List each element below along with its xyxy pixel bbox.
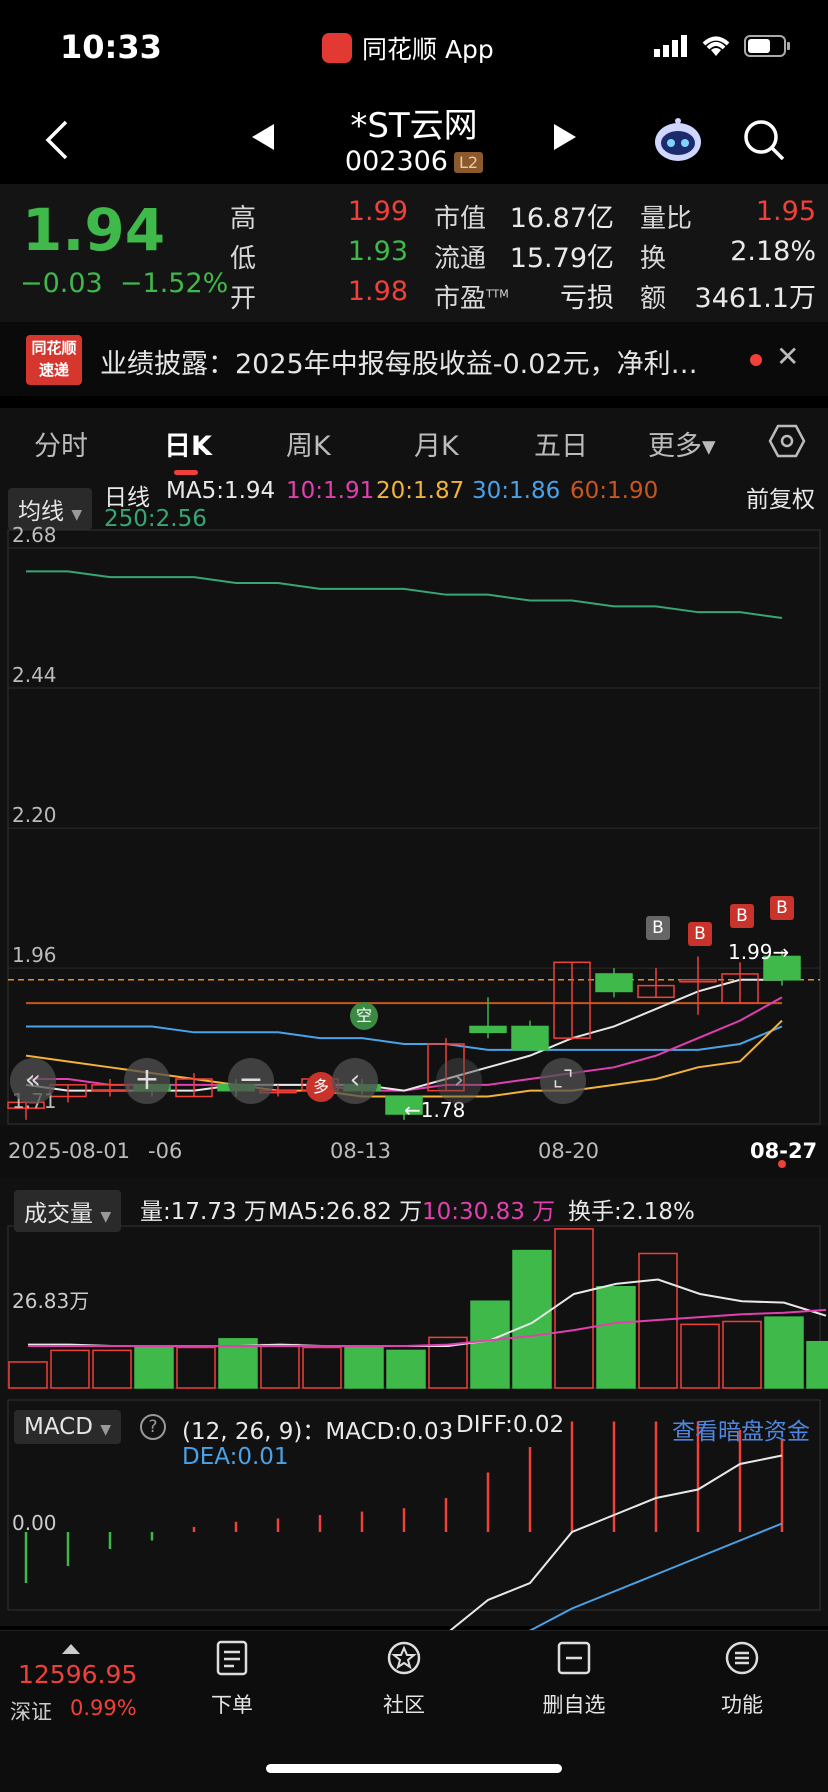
- candle-body: [511, 1025, 549, 1051]
- x-tick-label: 08-20: [538, 1139, 599, 1163]
- b-signal-marker[interactable]: B: [646, 916, 670, 940]
- nav-community-label: 社区: [383, 1693, 425, 1717]
- nav-functions-label: 功能: [721, 1693, 763, 1717]
- volume-ma10: 10:30.83 万: [422, 1199, 556, 1225]
- y-axis-ticks: 2.682.442.201.961.71: [12, 523, 57, 1113]
- macd-diff: DIFF:0.02: [456, 1412, 565, 1438]
- dropdown-arrow-icon: ▼: [100, 1209, 112, 1225]
- volume-bar: [134, 1346, 174, 1389]
- volume-bar: [764, 1316, 804, 1389]
- index-name: 深证: [10, 1700, 52, 1724]
- nav-remove-watchlist-label: 删自选: [542, 1693, 606, 1717]
- volume-bar: [50, 1349, 90, 1389]
- volume-bar: [680, 1323, 720, 1389]
- dropdown-arrow-icon: ▼: [100, 1422, 112, 1438]
- volume-bar: [554, 1228, 594, 1389]
- y-tick-label: 2.20: [12, 803, 57, 827]
- x-tick-label: 08-13: [330, 1139, 391, 1163]
- nav-order-label: 下单: [211, 1693, 253, 1717]
- scroll-left-icon[interactable]: «: [10, 1058, 56, 1104]
- volume-turnover: 换手:2.18%: [568, 1199, 695, 1225]
- nav-functions[interactable]: 功能: [682, 1640, 802, 1719]
- volume-bar: [386, 1349, 426, 1389]
- y-tick-label: 2.68: [12, 523, 57, 547]
- macd-selector[interactable]: MACD ▼: [14, 1410, 122, 1444]
- volume-bar: [470, 1300, 510, 1389]
- kline-frame: [7, 529, 821, 1125]
- order-icon: [216, 1640, 248, 1676]
- index-pct: 0.99%: [70, 1696, 137, 1720]
- short-signal-marker[interactable]: 空: [350, 1002, 378, 1030]
- macd-selector-label: MACD: [24, 1414, 93, 1440]
- zoom-in-icon[interactable]: +: [124, 1058, 170, 1104]
- help-icon[interactable]: ?: [140, 1414, 166, 1440]
- volume-bar: [596, 1286, 636, 1389]
- volume-bar: [176, 1346, 216, 1389]
- macd-dea-line: [528, 1522, 783, 1630]
- y-tick-label: 2.44: [12, 663, 57, 687]
- volume-bar: [92, 1349, 132, 1389]
- x-tick-label: -06: [148, 1139, 182, 1163]
- volume-ma10-line: [28, 1308, 827, 1348]
- b-signal-marker[interactable]: B: [770, 896, 794, 920]
- dark-pool-link[interactable]: 查看暗盘资金: [672, 1412, 810, 1446]
- volume-y-tick: 26.83万: [12, 1289, 89, 1313]
- community-icon: [387, 1641, 421, 1675]
- b-signal-marker[interactable]: B: [730, 904, 754, 928]
- volume-selector[interactable]: 成交量 ▼: [14, 1190, 122, 1232]
- home-indicator: [266, 1764, 562, 1773]
- high-marker: 1.99→: [728, 940, 790, 964]
- volume-bar: [512, 1249, 552, 1389]
- macd-diff-line: [449, 1454, 783, 1630]
- fullscreen-icon[interactable]: ⌞⌝: [540, 1058, 586, 1104]
- candle-body: [469, 1025, 507, 1034]
- y-tick-label: 1.96: [12, 943, 57, 967]
- remove-watchlist-icon: [557, 1641, 591, 1675]
- x-axis-ticks: 2025-08-01 -06 08-13 08-20 08-27: [0, 1126, 828, 1178]
- macd-params: (12, 26, 9)：MACD:0.03: [182, 1419, 454, 1445]
- volume-ma5: MA5:26.82 万: [268, 1199, 423, 1225]
- volume-bar: [302, 1346, 342, 1389]
- nav-order[interactable]: 下单: [172, 1640, 292, 1719]
- index-up-arrow-icon: [62, 1644, 80, 1654]
- volume-value: 量:17.73 万: [140, 1199, 267, 1225]
- macd-y-tick: 0.00: [12, 1511, 57, 1535]
- step-forward-icon[interactable]: ›: [436, 1058, 482, 1104]
- ma250-line: [26, 570, 783, 620]
- step-back-icon[interactable]: ‹: [332, 1058, 378, 1104]
- ma-lines: [25, 570, 783, 1098]
- candles: [7, 950, 801, 1120]
- kline-chart[interactable]: 2.682.442.201.961.71 2025-08-01-0608-130…: [0, 0, 828, 1630]
- volume-bar: [344, 1346, 384, 1389]
- x-tick-label: 2025-08-01: [8, 1139, 130, 1163]
- x-tick-label: 08-27: [750, 1139, 817, 1163]
- kline-grid: [7, 529, 821, 1125]
- volume-selector-label: 成交量: [24, 1201, 93, 1227]
- menu-icon: [725, 1641, 759, 1675]
- volume-bars: 26.83万: [7, 1225, 828, 1389]
- volume-bar: [722, 1320, 762, 1389]
- ma30-line: [26, 1025, 783, 1051]
- volume-bar: [260, 1343, 300, 1389]
- b-signal-marker[interactable]: B: [688, 922, 712, 946]
- nav-remove-watchlist[interactable]: 删自选: [514, 1640, 634, 1719]
- candle-body: [595, 973, 633, 993]
- macd-dea: DEA:0.01: [182, 1444, 289, 1470]
- volume-bar: [806, 1340, 828, 1389]
- current-date-dot: [778, 1160, 786, 1168]
- volume-bar: [8, 1361, 48, 1389]
- nav-community[interactable]: 社区: [344, 1640, 464, 1719]
- zoom-out-icon[interactable]: −: [228, 1058, 274, 1104]
- index-value[interactable]: 12596.95: [18, 1660, 137, 1689]
- volume-ma5-line: [28, 1278, 827, 1348]
